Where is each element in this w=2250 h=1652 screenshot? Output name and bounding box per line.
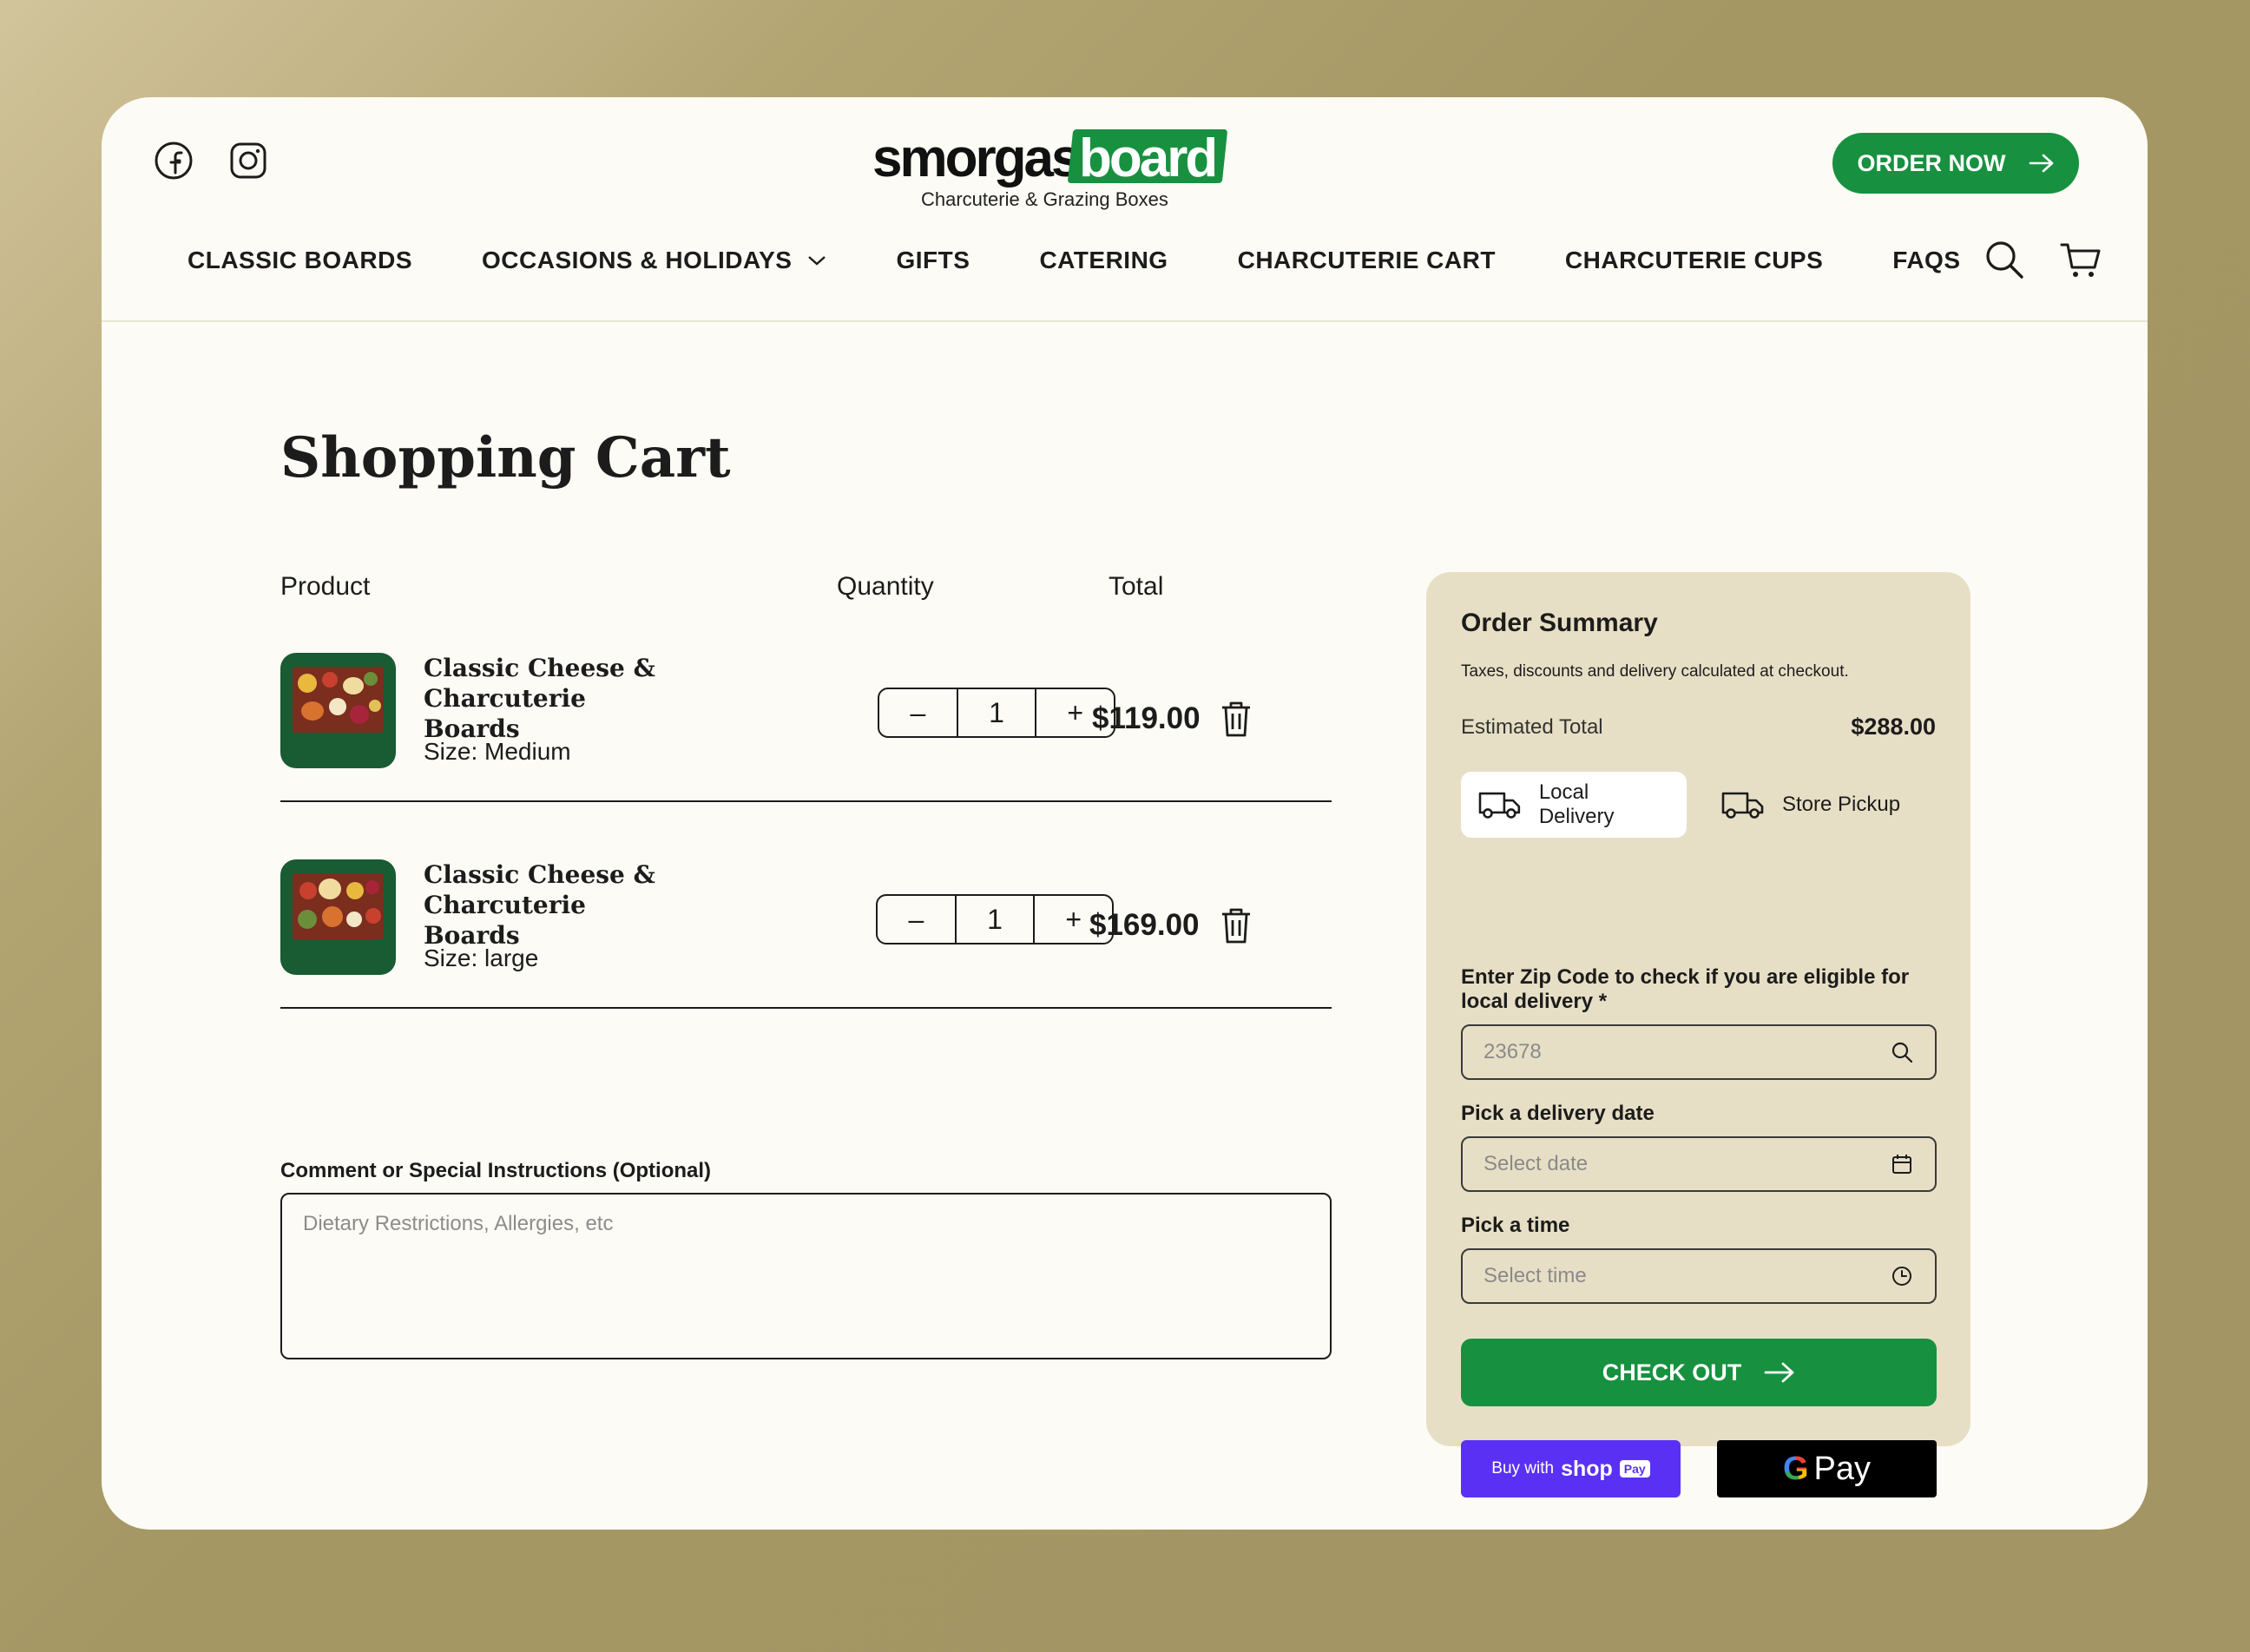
- date-placeholder: Select date: [1484, 1152, 1589, 1175]
- nav-faqs[interactable]: FAQS: [1892, 247, 1960, 274]
- social-links: [154, 141, 268, 181]
- row-divider: [280, 800, 1332, 802]
- special-instructions-field[interactable]: [280, 1193, 1332, 1359]
- instagram-icon[interactable]: [228, 141, 268, 181]
- product-size: Size: large: [424, 944, 539, 971]
- shop-pay-button[interactable]: Buy with shop Pay: [1461, 1440, 1681, 1497]
- time-placeholder: Select time: [1484, 1264, 1587, 1287]
- nav-label: CLASSIC BOARDS: [188, 247, 413, 273]
- store-pickup-option[interactable]: Store Pickup: [1704, 772, 1938, 838]
- nav-actions: [1983, 238, 2102, 281]
- google-pay-button[interactable]: G Pay: [1717, 1440, 1937, 1497]
- quantity-stepper: – 1 +: [876, 894, 1114, 944]
- product-name[interactable]: Classic Cheese & Charcuterie Boards: [424, 653, 684, 744]
- zip-code-input[interactable]: 23678: [1461, 1024, 1937, 1080]
- nav-charcuterie-cups[interactable]: CHARCUTERIE CUPS: [1565, 247, 1823, 274]
- comment-label: Comment or Special Instructions (Optiona…: [280, 1159, 712, 1182]
- delivery-date-label: Pick a delivery date: [1461, 1102, 1655, 1125]
- checkout-label: CHECK OUT: [1602, 1359, 1742, 1385]
- nav-label: FAQS: [1892, 247, 1961, 273]
- logo-word-dark: smorgas: [872, 128, 1081, 188]
- arrow-right-icon: [2029, 154, 2053, 173]
- summary-title: Order Summary: [1461, 609, 1658, 637]
- main-nav: CLASSIC BOARDS OCCASIONS & HOLIDAYS GIFT…: [188, 247, 1961, 274]
- cart-icon[interactable]: [2059, 238, 2102, 281]
- page-card: smorgas board Charcuterie & Grazing Boxe…: [102, 97, 2148, 1530]
- nav-label: CHARCUTERIE CUPS: [1564, 247, 1824, 273]
- order-summary-panel: Order Summary Taxes, discounts and deliv…: [1426, 572, 1970, 1497]
- arrow-right-icon: [1764, 1362, 1794, 1383]
- order-now-label: ORDER NOW: [1857, 149, 2006, 176]
- nav-label: CHARCUTERIE CART: [1237, 247, 1496, 273]
- pickup-truck-icon: [1721, 792, 1764, 819]
- google-pay-label: Pay: [1813, 1450, 1872, 1487]
- page-title: Shopping Cart: [280, 425, 731, 490]
- delivery-truck-icon: [1478, 792, 1521, 819]
- clock-icon: [1892, 1267, 1911, 1286]
- order-now-button[interactable]: ORDER NOW: [1832, 133, 2079, 194]
- nav-gifts[interactable]: GIFTS: [896, 247, 970, 274]
- trash-icon[interactable]: [1219, 700, 1253, 738]
- estimated-total-value: $288.00: [1851, 714, 1936, 740]
- zip-code-value: 23678: [1484, 1040, 1542, 1063]
- google-g-icon: G: [1782, 1450, 1809, 1487]
- calendar-icon: [1892, 1155, 1911, 1174]
- shop-pay-prefix: Buy with: [1491, 1459, 1555, 1478]
- search-icon[interactable]: [1890, 1040, 1914, 1064]
- nav-charcuterie-cart[interactable]: CHARCUTERIE CART: [1238, 247, 1496, 274]
- decrease-quantity-button[interactable]: –: [878, 896, 955, 943]
- cart-item: Classic Cheese & Charcuterie Boards Size…: [280, 859, 1332, 1007]
- nav-occasions-holidays[interactable]: OCCASIONS & HOLIDAYS: [482, 247, 826, 274]
- column-header-total: Total: [1109, 572, 1164, 601]
- checkout-button[interactable]: CHECK OUT: [1461, 1339, 1937, 1406]
- board-image: [293, 667, 384, 733]
- local-delivery-label: Local Delivery: [1538, 780, 1615, 828]
- cart-item: Classic Cheese & Charcuterie Boards Size…: [280, 653, 1332, 800]
- nav-classic-boards[interactable]: CLASSIC BOARDS: [188, 247, 412, 274]
- board-image: [293, 873, 384, 939]
- summary-subtitle: Taxes, discounts and delivery calculated…: [1461, 662, 1849, 681]
- nav-label: GIFTS: [896, 247, 970, 273]
- search-icon[interactable]: [1983, 238, 2026, 281]
- row-divider: [280, 1007, 1332, 1009]
- chevron-down-icon: [808, 256, 826, 266]
- facebook-icon[interactable]: [154, 141, 194, 181]
- shop-pay-pill: Pay: [1619, 1460, 1650, 1478]
- logo-word-green: board: [1079, 128, 1218, 188]
- quantity-value[interactable]: 1: [956, 689, 1037, 736]
- column-header-quantity: Quantity: [837, 572, 934, 601]
- header-divider: [102, 320, 2148, 322]
- quantity-stepper: – 1 +: [878, 688, 1115, 738]
- product-thumbnail[interactable]: [280, 653, 396, 768]
- quantity-value[interactable]: 1: [954, 896, 1036, 943]
- shop-pay-brand: shop: [1561, 1456, 1613, 1481]
- estimated-total-label: Estimated Total: [1461, 715, 1603, 739]
- store-pickup-label: Store Pickup: [1782, 793, 1901, 816]
- logo-tagline: Charcuterie & Grazing Boxes: [921, 188, 1168, 210]
- product-size: Size: Medium: [424, 738, 571, 765]
- time-picker[interactable]: Select time: [1461, 1248, 1937, 1304]
- line-total: $169.00: [1089, 908, 1200, 942]
- nav-label: CATERING: [1039, 247, 1168, 273]
- local-delivery-option[interactable]: Local Delivery: [1461, 772, 1687, 838]
- nav-label: OCCASIONS & HOLIDAYS: [482, 247, 793, 273]
- trash-icon[interactable]: [1219, 906, 1253, 944]
- decrease-quantity-button[interactable]: –: [879, 689, 957, 736]
- time-label: Pick a time: [1461, 1214, 1570, 1237]
- site-logo[interactable]: smorgas board Charcuterie & Grazing Boxe…: [872, 119, 1237, 214]
- nav-catering[interactable]: CATERING: [1039, 247, 1168, 274]
- product-name[interactable]: Classic Cheese & Charcuterie Boards: [424, 859, 684, 951]
- zip-code-label: Enter Zip Code to check if you are eligi…: [1461, 965, 1910, 1013]
- line-total: $119.00: [1092, 701, 1201, 735]
- product-thumbnail[interactable]: [280, 859, 396, 975]
- column-header-product: Product: [280, 572, 371, 601]
- delivery-date-picker[interactable]: Select date: [1461, 1136, 1937, 1192]
